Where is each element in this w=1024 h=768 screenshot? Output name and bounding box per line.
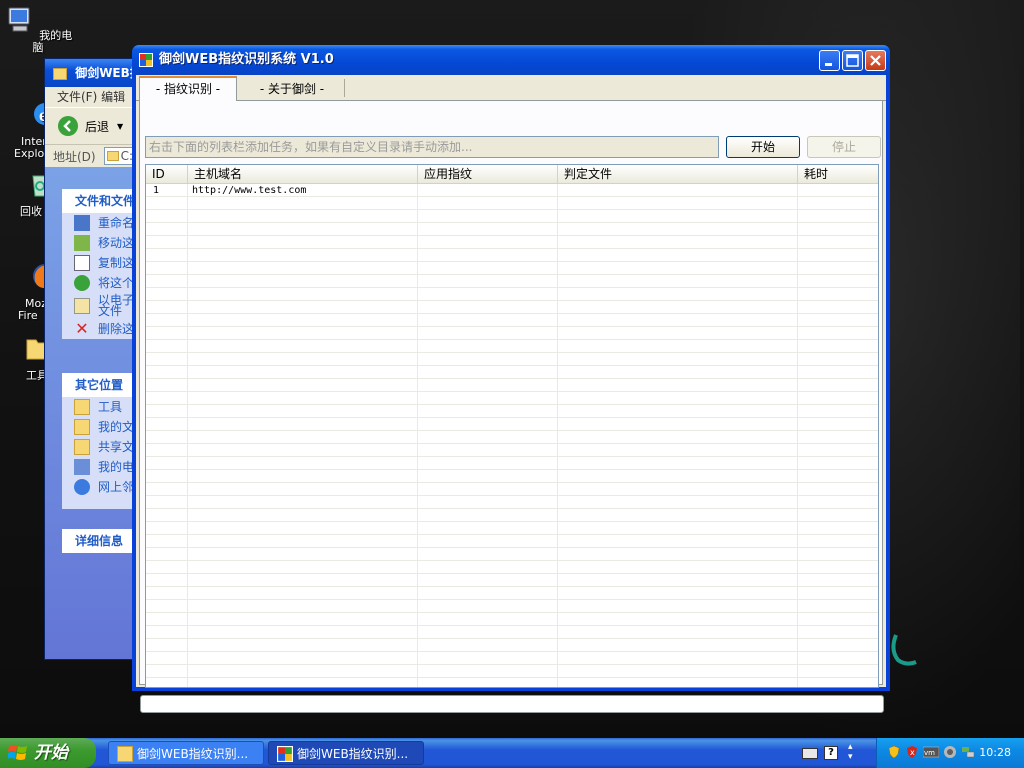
explorer-toolbar: 后退 ▼ [45,107,145,144]
status-bar [140,695,884,713]
folder-icon [53,67,67,80]
title-bar[interactable]: 御剑WEB指纹识别系统 V1.0 [132,45,890,75]
task-list[interactable]: ID 主机域名 应用指纹 判定文件 耗时 1 http://www.test.c… [145,164,879,688]
security-shield-icon[interactable] [887,745,901,759]
move-icon [74,235,90,251]
clock[interactable]: 10:28 [979,738,1011,768]
column-gridline [797,184,798,687]
list-rows [146,184,878,687]
column-match-file[interactable]: 判定文件 [558,165,798,183]
desktop-icon-label: 我的电脑 [32,29,73,54]
taskbar-item-label: 御剑WEB指纹识别... [297,747,409,761]
taskbar: 开始 御剑WEB指纹识别... 御剑WEB指纹识别... ? ▴ ▾ x vm 1… [0,738,1024,768]
delete-icon: ✕ [75,319,89,338]
copy-icon [74,255,90,271]
window-client-area: - 指纹识别 - - 关于御剑 - 右击下面的列表栏添加任务，如果有自定义目录请… [136,75,886,713]
row-host: http://www.test.com [192,185,307,196]
email-icon [74,298,90,314]
column-gridline [417,184,418,687]
taskbar-item-explorer[interactable]: 御剑WEB指纹识别... [108,741,264,765]
globe-icon [74,275,90,291]
keyboard-icon[interactable] [802,748,818,759]
security-alert-icon[interactable]: x [905,745,919,759]
taskbar-item-yujian[interactable]: 御剑WEB指纹识别... [268,741,424,765]
explorer-address-bar: 地址(D) C: [45,144,145,167]
column-gridline [187,184,188,687]
window-title: 御剑WEB指纹识别系统 V1.0 [159,52,334,67]
address-label: 地址(D) [53,149,96,164]
wallpaper-decoration [891,634,917,666]
network-connection-icon[interactable] [961,745,975,759]
stop-button[interactable]: 停止 [807,136,881,158]
chevron-down-icon[interactable]: ▼ [117,122,123,131]
rename-icon [74,215,90,231]
maximize-icon [846,54,859,67]
column-app-fingerprint[interactable]: 应用指纹 [418,165,558,183]
svg-text:vm: vm [924,749,935,757]
app-icon [139,53,153,67]
windows-logo-icon [8,745,27,760]
close-button[interactable] [865,50,886,71]
desktop-icon-my-computer[interactable]: 我的电脑 [0,4,76,54]
back-button[interactable]: 后退 ▼ [57,115,123,137]
app-icon [277,746,293,762]
minimize-button[interactable] [819,50,840,71]
shared-folder-icon [74,439,90,455]
taskbar-item-label: 御剑WEB指纹识别... [137,747,249,761]
task-input[interactable]: 右击下面的列表栏添加任务，如果有自定义目录请手动添加... [145,136,719,158]
svg-text:x: x [910,748,915,757]
folder-icon [117,746,133,762]
help-icon[interactable]: ? [824,746,838,760]
network-icon [74,479,90,495]
folder-icon [74,399,90,415]
start-button-taskbar[interactable]: 开始 [0,738,96,768]
column-gridline [557,184,558,687]
network-status-icon[interactable] [943,745,957,759]
folder-icon [106,151,119,161]
maximize-button[interactable] [842,50,863,71]
desktop-icon-label: 回收 [20,205,42,218]
start-button[interactable]: 开始 [726,136,800,158]
close-icon [870,55,881,66]
explorer-title-bar[interactable]: 御剑WEB指 [45,59,145,87]
list-header: ID 主机域名 应用指纹 判定文件 耗时 [146,165,878,184]
back-arrow-icon [58,116,78,136]
desktop-icon-label: Inter Explo [14,135,47,160]
tab-separator [344,79,345,97]
minimize-icon [825,63,832,66]
column-host[interactable]: 主机域名 [188,165,418,183]
column-time[interactable]: 耗时 [798,165,878,183]
start-label: 开始 [34,743,68,763]
row-id: 1 [153,185,160,196]
vmware-icon[interactable]: vm [923,745,939,759]
system-tray: x vm 10:28 [876,738,1024,768]
back-button-label: 后退 [85,119,110,134]
language-bar-options-icon[interactable]: ▴ ▾ [848,742,853,762]
explorer-window[interactable]: 御剑WEB指 文件(F) 编辑 后退 ▼ 地址(D) C: 文件和文件 重命名 … [44,58,146,660]
computer-icon [74,459,90,475]
explorer-menu-bar[interactable]: 文件(F) 编辑 [45,87,145,107]
column-id[interactable]: ID [146,165,188,183]
explorer-task-pane: 文件和文件 重命名 移动这 复制这 将这个 以电子 文件 ✕ 删除这 其它位置 工… [45,167,145,659]
main-window: 御剑WEB指纹识别系统 V1.0 - 指纹识别 - - 关于御剑 - 右击下面的… [132,45,890,713]
tab-strip: - 指纹识别 - - 关于御剑 - [136,75,886,101]
tab-about[interactable]: - 关于御剑 - [240,78,344,100]
computer-icon [8,7,30,32]
tab-fingerprint[interactable]: - 指纹识别 - [139,76,237,101]
documents-folder-icon [74,419,90,435]
